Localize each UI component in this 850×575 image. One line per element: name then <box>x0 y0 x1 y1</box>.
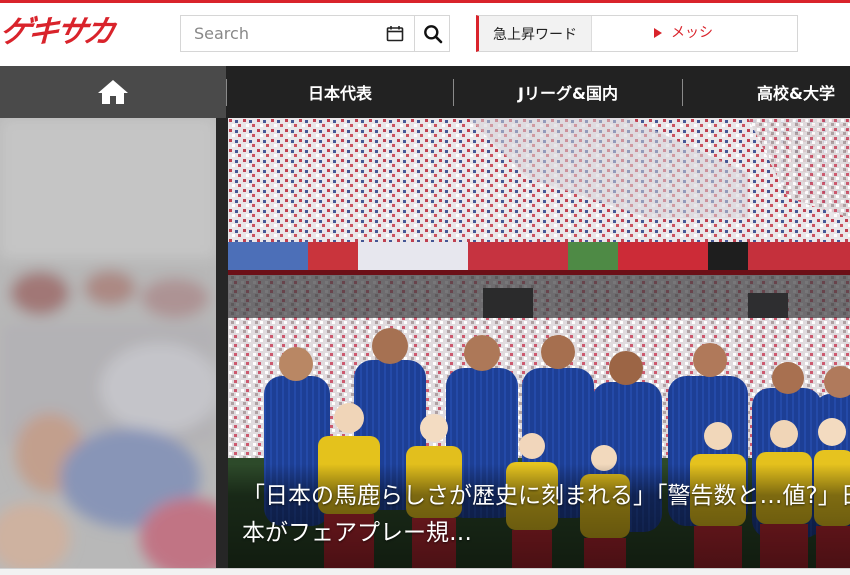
trending-words-box: 急上昇ワード メッシ <box>476 15 798 52</box>
site-header: ゲキサカ 急上昇ワード メッシ <box>0 3 850 66</box>
trending-link[interactable]: メッシ <box>671 16 713 51</box>
news-carousel: 「日本の馬鹿らしさが歴史に刻まれる」「警告数と…値?」日本がフェアプレー規… <box>0 118 850 568</box>
carousel-gap <box>216 118 228 568</box>
bottom-rule <box>0 568 850 575</box>
previous-slide[interactable] <box>0 118 216 568</box>
play-arrow-icon <box>654 28 662 38</box>
carousel-headline[interactable]: 「日本の馬鹿らしさが歴史に刻まれる」「警告数と…値?」日本がフェアプレー規… <box>242 478 850 552</box>
nav-item-jleague-domestic[interactable]: Jリーグ&国内 <box>454 66 682 118</box>
search-input[interactable] <box>181 16 413 51</box>
site-logo[interactable]: ゲキサカ <box>0 12 132 52</box>
previous-slide-image <box>0 118 216 568</box>
search-box <box>180 15 450 52</box>
page: ゲキサカ 急上昇ワード メッシ <box>0 0 850 575</box>
nav-item-high-school-university[interactable]: 高校&大学 <box>683 66 850 118</box>
trending-label: 急上昇ワード <box>479 16 592 51</box>
main-slide[interactable]: 「日本の馬鹿らしさが歴史に刻まれる」「警告数と…値?」日本がフェアプレー規… <box>228 118 850 568</box>
main-nav: 日本代表 Jリーグ&国内 高校&大学 <box>0 66 850 118</box>
search-button[interactable] <box>415 16 450 51</box>
nav-item-japan-national-team[interactable]: 日本代表 <box>227 66 453 118</box>
site-logo-text: ゲキサカ <box>0 14 116 50</box>
search-icon <box>423 24 442 43</box>
nav-home[interactable] <box>0 66 226 118</box>
calendar-icon[interactable] <box>386 25 404 42</box>
home-icon <box>98 80 128 104</box>
